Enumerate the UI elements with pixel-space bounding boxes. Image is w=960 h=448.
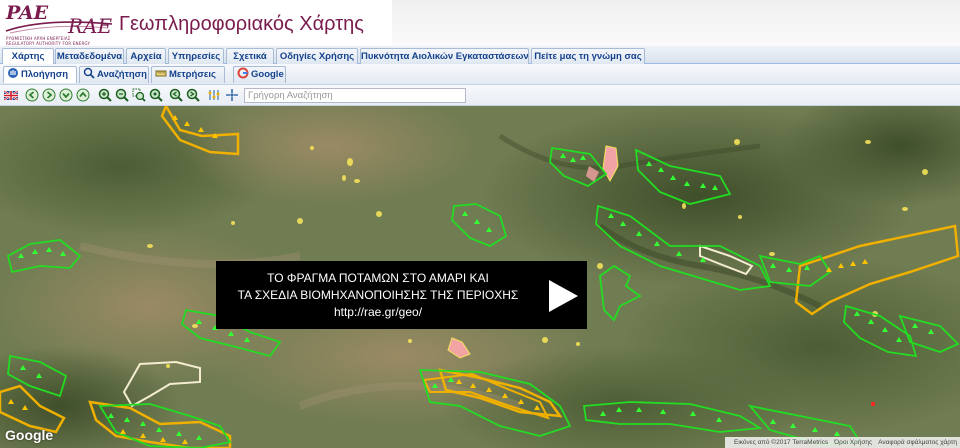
logo-rae-text: RAE bbox=[68, 14, 113, 38]
app-window: PAE RAE ΡΥΘΜΙΣΤΙΚΗ ΑΡΧΗ ΕΝΕΡΓΕΙΑΣ REGULA… bbox=[0, 0, 960, 448]
zoom-out-icon[interactable] bbox=[115, 88, 129, 102]
map-toolbar: Γρήγορη Αναζήτηση bbox=[0, 85, 960, 106]
magnifier-icon bbox=[83, 67, 95, 79]
tab-search-label: Αναζήτηση bbox=[97, 69, 147, 80]
tab-about[interactable]: Σχετικά bbox=[226, 48, 274, 64]
tab-google[interactable]: Google bbox=[233, 66, 286, 83]
nav-right-icon[interactable] bbox=[42, 88, 56, 102]
video-overlay[interactable]: ΤΟ ΦΡΑΓΜΑ ΠΟΤΑΜΩΝ ΣΤΟ ΑΜΑΡΙ ΚΑΙ ΤΑ ΣΧΕΔΙ… bbox=[216, 261, 587, 329]
map-view[interactable]: ΤΟ ΦΡΑΓΜΑ ΠΟΤΑΜΩΝ ΣΤΟ ΑΜΑΡΙ ΚΑΙ ΤΑ ΣΧΕΔΙ… bbox=[0, 106, 960, 448]
uk-flag-icon[interactable] bbox=[4, 88, 18, 102]
tab-metadata[interactable]: Μεταδεδομένα bbox=[55, 48, 124, 64]
video-title-line2: ΤΑ ΣΧΕΔΙΑ ΒΙΟΜΗΧΑΝΟΠΟΙΗΣΗΣ ΤΗΣ ΠΕΡΙΟΧΗΣ bbox=[237, 288, 519, 302]
zoom-box-icon[interactable] bbox=[132, 88, 146, 102]
page-title: Γεωπληροφοριακός Χάρτης bbox=[119, 13, 364, 35]
tab-navigation[interactable]: Πλοήγηση bbox=[3, 66, 77, 83]
rae-logo[interactable]: PAE RAE ΡΥΘΜΙΣΤΙΚΗ ΑΡΧΗ ΕΝΕΡΓΕΙΑΣ REGULA… bbox=[4, 2, 114, 46]
quick-search-input[interactable]: Γρήγορη Αναζήτηση bbox=[244, 88, 466, 103]
tab-files[interactable]: Αρχεία bbox=[126, 48, 166, 64]
tab-measurements[interactable]: Μετρήσεις bbox=[151, 66, 225, 83]
google-logo[interactable]: Google bbox=[5, 427, 53, 443]
video-title-line1: ΤΟ ΦΡΑΓΜΑ ΠΟΤΑΜΩΝ ΣΤΟ ΑΜΑΡΙ ΚΑΙ bbox=[267, 271, 489, 285]
nav-down-icon[interactable] bbox=[59, 88, 73, 102]
zoom-full-icon[interactable] bbox=[149, 88, 163, 102]
nav-left-icon[interactable] bbox=[25, 88, 39, 102]
zoom-next-icon[interactable] bbox=[186, 88, 200, 102]
tab-google-label: Google bbox=[251, 69, 284, 80]
report-error-link[interactable]: Αναφορά σφάλματος χάρτη bbox=[878, 439, 957, 446]
terms-link[interactable]: Όροι Χρήσης bbox=[834, 439, 872, 446]
tab-measurements-label: Μετρήσεις bbox=[169, 69, 216, 80]
ruler-icon bbox=[155, 70, 167, 77]
nav-up-icon[interactable] bbox=[76, 88, 90, 102]
tab-feedback[interactable]: Πείτε μας τη γνώμη σας bbox=[531, 48, 645, 64]
play-icon[interactable] bbox=[547, 279, 579, 313]
main-menu-tabs: Χάρτης Μεταδεδομένα Αρχεία Υπηρεσίες Σχε… bbox=[0, 46, 960, 64]
zoom-in-icon[interactable] bbox=[98, 88, 112, 102]
imagery-attribution: Εικόνες από ©2017 TerraMetrics bbox=[733, 439, 829, 446]
video-url: http://rae.gr/geo/ bbox=[333, 305, 423, 319]
map-attribution: Εικόνες από ©2017 TerraMetrics Όροι Χρήση… bbox=[724, 437, 960, 448]
google-icon bbox=[237, 67, 249, 79]
tab-map[interactable]: Χάρτης bbox=[2, 48, 54, 64]
tab-services[interactable]: Υπηρεσίες bbox=[168, 48, 224, 64]
zoom-prev-icon[interactable] bbox=[169, 88, 183, 102]
header-band bbox=[392, 0, 960, 46]
layers-icon[interactable] bbox=[207, 88, 221, 102]
tab-user-guide[interactable]: Οδηγίες Χρήσης bbox=[276, 48, 358, 64]
locate-icon[interactable] bbox=[225, 88, 239, 102]
sub-tabs: Πλοήγηση Αναζήτηση Μετρήσεις Google bbox=[0, 64, 960, 85]
tab-wind-density[interactable]: Πυκνότητα Αιολικών Εγκαταστάσεων bbox=[360, 48, 529, 64]
hand-icon bbox=[8, 68, 18, 78]
tab-search[interactable]: Αναζήτηση bbox=[79, 66, 149, 83]
header: PAE RAE ΡΥΘΜΙΣΤΙΚΗ ΑΡΧΗ ΕΝΕΡΓΕΙΑΣ REGULA… bbox=[0, 0, 960, 46]
tab-navigation-label: Πλοήγηση bbox=[21, 69, 69, 80]
